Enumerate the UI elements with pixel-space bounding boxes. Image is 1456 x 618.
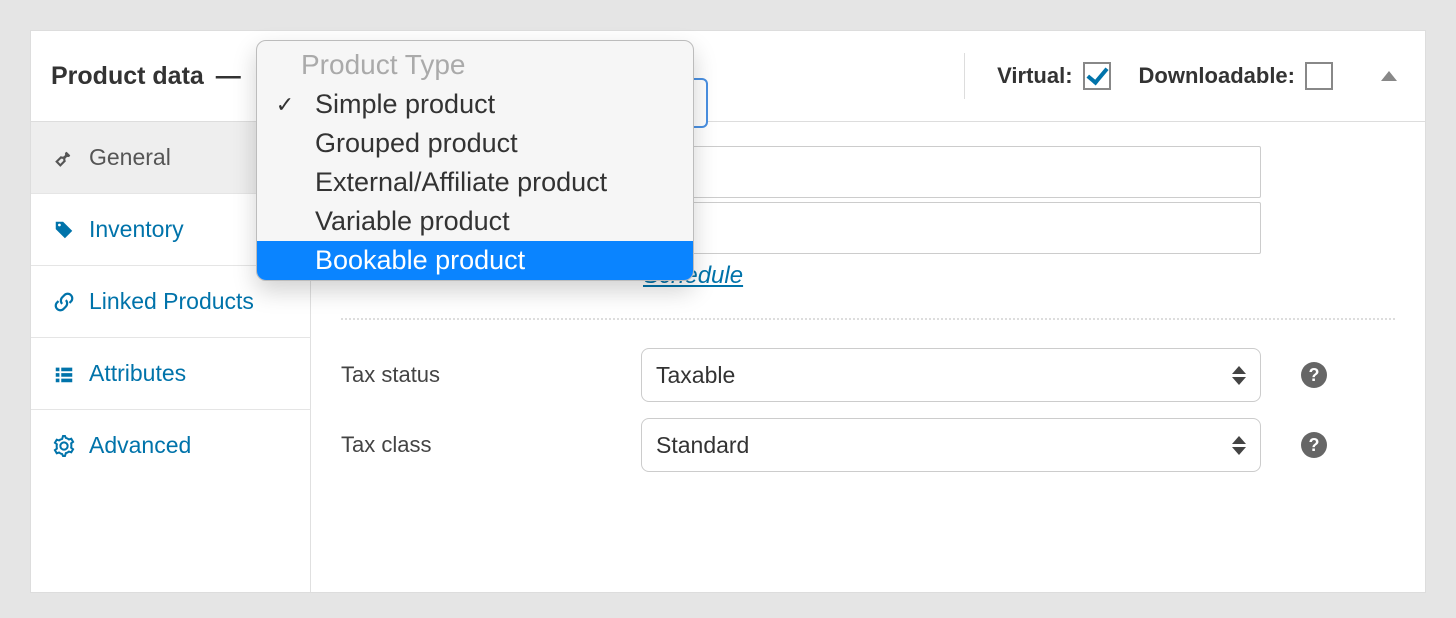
gear-icon [53,435,75,457]
product-type-option-simple[interactable]: ✓ Simple product [257,85,693,124]
product-type-group-label: Product Type [257,41,693,85]
regular-price-input[interactable] [641,146,1261,198]
panel-title-dash: — [216,62,241,91]
tab-general-label: General [89,144,171,171]
option-label: External/Affiliate product [311,167,607,198]
tab-linked-label: Linked Products [89,288,254,315]
product-type-dropdown: Product Type ✓ Simple product Grouped pr… [256,40,694,281]
option-label: Simple product [311,89,495,120]
check-icon: ✓ [273,92,297,118]
help-icon[interactable]: ? [1301,432,1327,458]
tag-icon [53,219,75,241]
downloadable-option: Downloadable: [1139,62,1333,90]
product-type-option-external[interactable]: External/Affiliate product [257,163,693,202]
virtual-option: Virtual: [997,62,1110,90]
list-icon [53,363,75,385]
tax-status-label: Tax status [341,362,621,388]
tax-class-select[interactable]: Standard [641,418,1261,472]
section-divider [341,318,1395,320]
panel-header: Product data — Virtual: Downloadable: [31,31,1425,122]
wrench-icon [53,147,75,169]
option-label: Grouped product [311,128,518,159]
tax-class-label: Tax class [341,432,621,458]
tab-advanced-label: Advanced [89,432,191,459]
product-type-option-bookable[interactable]: Bookable product [257,241,693,280]
select-stepper-icon [1232,366,1246,385]
select-stepper-icon [1232,436,1246,455]
virtual-label: Virtual: [997,63,1072,89]
option-label: Variable product [311,206,510,237]
tab-inventory-label: Inventory [89,216,184,243]
panel-title: Product data [51,62,204,91]
product-type-option-grouped[interactable]: Grouped product [257,124,693,163]
header-divider [964,53,965,99]
product-type-select-edge[interactable] [692,78,708,128]
downloadable-checkbox[interactable] [1305,62,1333,90]
panel-body: General Inventory Linked Products [31,122,1425,592]
collapse-panel-icon[interactable] [1381,71,1397,81]
link-icon [53,291,75,313]
option-label: Bookable product [311,245,525,276]
tax-class-value: Standard [656,432,749,459]
tax-status-select[interactable]: Taxable [641,348,1261,402]
tab-advanced[interactable]: Advanced [31,410,311,481]
product-data-panel: Product data — Virtual: Downloadable: [30,30,1426,593]
sale-price-input[interactable] [641,202,1261,254]
product-type-option-variable[interactable]: Variable product [257,202,693,241]
tab-attributes-label: Attributes [89,360,186,387]
virtual-checkbox[interactable] [1083,62,1111,90]
downloadable-label: Downloadable: [1139,63,1295,89]
tab-attributes[interactable]: Attributes [31,338,311,410]
help-icon[interactable]: ? [1301,362,1327,388]
tax-status-value: Taxable [656,362,735,389]
